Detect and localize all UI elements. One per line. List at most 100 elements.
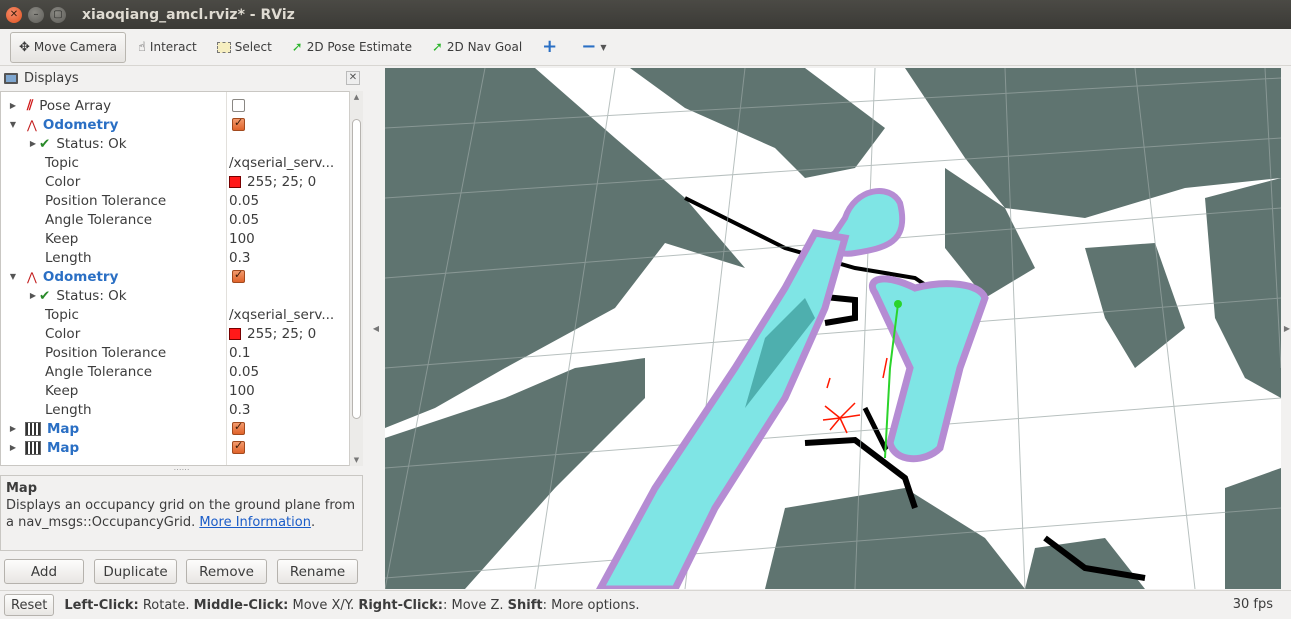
green-arrow-icon: ➚ [291, 39, 303, 55]
tree-row-odometry[interactable]: ▼ ⋀ Odometry [1, 267, 348, 286]
tree-row-color[interactable]: Color 255; 25; 0 [1, 172, 348, 191]
row-value[interactable]: 100 [229, 383, 255, 399]
row-label: Position Tolerance [45, 344, 167, 361]
row-value[interactable]: 255; 25; 0 [247, 174, 316, 190]
tree-row-angle-tolerance[interactable]: Angle Tolerance 0.05 [1, 210, 348, 229]
tree-row-length[interactable]: Length 0.3 [1, 400, 348, 419]
row-value[interactable]: 0.05 [229, 212, 259, 228]
goal-marker [894, 300, 902, 308]
tree-scrollbar[interactable]: ▲ ▼ [349, 91, 363, 466]
tree-row-status[interactable]: ▶ ✔ Status: Ok [1, 134, 348, 153]
display-buttons: Add Duplicate Remove Rename [0, 557, 363, 587]
expand-arrow-icon[interactable]: ▶ [27, 139, 39, 148]
tree-row-position-tolerance[interactable]: Position Tolerance 0.05 [1, 191, 348, 210]
row-label: Map [47, 439, 80, 456]
tree-row-map[interactable]: ▶ Map [1, 438, 348, 457]
displays-header: Displays [0, 67, 365, 89]
row-label: Keep [45, 382, 79, 399]
row-value[interactable]: 0.05 [229, 193, 259, 209]
rename-button[interactable]: Rename [277, 559, 358, 584]
row-value[interactable]: /xqserial_serv... [229, 155, 334, 171]
map-grid-icon [25, 421, 41, 436]
enable-checkbox[interactable] [232, 268, 245, 283]
tree-row-angle-tolerance[interactable]: Angle Tolerance 0.05 [1, 362, 348, 381]
expand-arrow-icon[interactable]: ▶ [27, 291, 39, 300]
tree-row-odometry[interactable]: ▼ ⋀ Odometry [1, 115, 348, 134]
description-tail: . [310, 515, 316, 530]
row-value[interactable]: 255; 25; 0 [247, 326, 316, 342]
tree-row-position-tolerance[interactable]: Position Tolerance 0.1 [1, 343, 348, 362]
row-label: Keep [45, 230, 79, 247]
reset-button[interactable]: Reset [4, 594, 55, 616]
hand-icon: ☝ [138, 39, 146, 55]
pose-estimate-tool[interactable]: ➚ 2D Pose Estimate [284, 32, 420, 63]
minus-icon: − [581, 36, 597, 57]
toolbar: ✥ Move Camera ☝ Interact Select ➚ 2D Pos… [0, 29, 1291, 66]
panel-splitter[interactable]: ⋯⋯ [0, 466, 363, 474]
expand-arrow-icon[interactable]: ▶ [7, 443, 19, 452]
collapse-right-handle[interactable]: ▶ [1283, 68, 1291, 589]
scroll-down-icon[interactable]: ▼ [350, 456, 363, 464]
window-title: xiaoqiang_amcl.rviz* - RViz [82, 6, 295, 23]
tree-row-map[interactable]: ▶ Map [1, 419, 348, 438]
add-tool-button[interactable]: + [534, 32, 569, 63]
tree-row-keep[interactable]: Keep 100 [1, 381, 348, 400]
row-value[interactable]: 0.3 [229, 250, 250, 266]
tree-row-status[interactable]: ▶ ✔ Status: Ok [1, 286, 348, 305]
remove-tool-button[interactable]: − ▼ [573, 32, 614, 63]
enable-checkbox[interactable] [232, 99, 245, 112]
enable-checkbox[interactable] [232, 439, 245, 454]
green-arrow-icon: ➚ [431, 39, 443, 55]
enable-checkbox[interactable] [232, 420, 245, 435]
description-title: Map [6, 481, 38, 496]
nav-goal-tool[interactable]: ➚ 2D Nav Goal [424, 32, 530, 63]
close-window-icon[interactable]: ✕ [6, 6, 22, 23]
scroll-up-icon[interactable]: ▲ [350, 93, 363, 101]
mouse-hint: Left-Click: Rotate. Middle-Click: Move X… [64, 598, 639, 613]
color-swatch[interactable] [229, 175, 241, 188]
select-label: Select [234, 40, 272, 54]
collapse-left-handle[interactable]: ◀ [369, 68, 383, 589]
render-view[interactable] [385, 68, 1281, 589]
more-information-link[interactable]: More Information [199, 515, 311, 530]
odometry-icon: ⋀ [27, 117, 37, 132]
tree-row-topic[interactable]: Topic /xqserial_serv... [1, 305, 348, 324]
hint-text: Move X/Y. [288, 597, 359, 613]
hint-key: Left-Click: [64, 597, 139, 613]
row-value[interactable]: 0.1 [229, 345, 250, 361]
pose-estimate-label: 2D Pose Estimate [306, 40, 412, 54]
status-bar: Reset Left-Click: Rotate. Middle-Click: … [0, 590, 1291, 619]
panel-close-icon[interactable]: ✕ [346, 71, 360, 85]
check-icon: ✔ [39, 135, 51, 152]
tree-row-topic[interactable]: Topic /xqserial_serv... [1, 153, 348, 172]
remove-button[interactable]: Remove [186, 559, 267, 584]
hint-key: Middle-Click: [193, 597, 289, 613]
tree-row-pose-array[interactable]: ▶ ⫽ Pose Array [1, 96, 348, 115]
enable-checkbox[interactable] [232, 116, 245, 131]
move-camera-tool[interactable]: ✥ Move Camera [10, 31, 126, 63]
tree-row-length[interactable]: Length 0.3 [1, 248, 348, 267]
row-value[interactable]: 0.05 [229, 364, 259, 380]
interact-tool[interactable]: ☝ Interact [130, 32, 205, 63]
map-canvas[interactable] [385, 68, 1281, 589]
add-button[interactable]: Add [4, 559, 84, 584]
duplicate-button[interactable]: Duplicate [94, 559, 177, 584]
minimize-window-icon[interactable]: – [28, 6, 44, 23]
maximize-window-icon[interactable]: ▢ [50, 6, 66, 23]
monitor-icon [4, 72, 18, 84]
color-swatch[interactable] [229, 327, 241, 340]
displays-tree: ▶ ⫽ Pose Array ▼ ⋀ Odometry ▶ ✔ Status: … [0, 91, 363, 466]
collapse-arrow-icon[interactable]: ▼ [7, 120, 19, 129]
scrollbar-thumb[interactable] [352, 119, 361, 419]
row-value[interactable]: /xqserial_serv... [229, 307, 334, 323]
row-value[interactable]: 0.3 [229, 402, 250, 418]
row-label: Angle Tolerance [45, 363, 153, 380]
row-label: Odometry [42, 268, 119, 285]
collapse-arrow-icon[interactable]: ▼ [7, 272, 19, 281]
tree-row-color[interactable]: Color 255; 25; 0 [1, 324, 348, 343]
expand-arrow-icon[interactable]: ▶ [7, 101, 19, 110]
row-value[interactable]: 100 [229, 231, 255, 247]
tree-row-keep[interactable]: Keep 100 [1, 229, 348, 248]
select-tool[interactable]: Select [209, 32, 280, 63]
expand-arrow-icon[interactable]: ▶ [7, 424, 19, 433]
